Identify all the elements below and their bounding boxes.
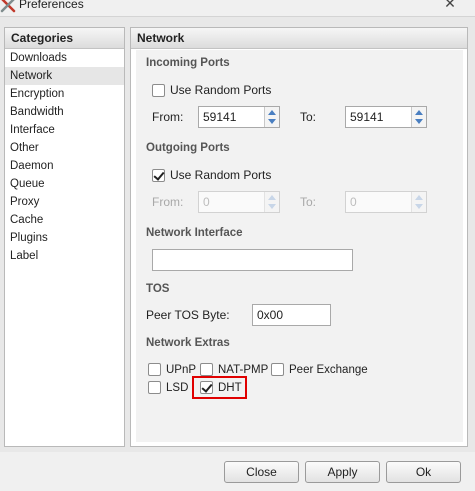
peer-tos-input[interactable]: 0x00 [252, 304, 331, 326]
outgoing-ports-title: Outgoing Ports [146, 142, 230, 154]
close-button[interactable]: Close [224, 461, 299, 483]
lsd-label: LSD [166, 381, 189, 394]
network-interface-input[interactable] [152, 249, 353, 271]
outgoing-to-spinner: 0 [345, 191, 427, 213]
incoming-from-spinner[interactable]: 59141 [198, 106, 280, 128]
outgoing-to-value: 0 [350, 195, 357, 209]
category-plugins[interactable]: Plugins [5, 229, 124, 247]
window-title: Preferences [19, 0, 84, 11]
apply-button[interactable]: Apply [305, 461, 380, 483]
category-network[interactable]: Network [5, 67, 124, 85]
upnp-label: UPnP [166, 363, 197, 376]
incoming-random-ports-checkbox[interactable] [152, 83, 165, 97]
outgoing-from-spinner: 0 [198, 191, 280, 213]
incoming-from-value: 59141 [203, 110, 237, 124]
outgoing-to-label: To: [300, 195, 317, 209]
peer-tos-value: 0x00 [257, 308, 284, 322]
outgoing-from-value: 0 [203, 195, 210, 209]
category-queue[interactable]: Queue [5, 175, 124, 193]
ok-button[interactable]: Ok [386, 461, 461, 483]
natpmp-label: NAT-PMP [218, 363, 269, 376]
network-extras-title: Network Extras [146, 337, 230, 349]
category-other[interactable]: Other [5, 139, 124, 157]
incoming-to-value: 59141 [350, 110, 384, 124]
incoming-to-label: To: [300, 110, 317, 124]
spinner-arrows-icon[interactable] [264, 107, 279, 127]
peer-exchange-label: Peer Exchange [289, 363, 368, 376]
incoming-random-ports-row: Use Random Ports [152, 83, 271, 97]
network-panel: Network Incoming Ports Use Random Ports … [130, 27, 468, 447]
spinner-arrows-icon[interactable] [411, 107, 426, 127]
upnp-checkbox[interactable] [148, 363, 161, 376]
category-daemon[interactable]: Daemon [5, 157, 124, 175]
tools-icon [0, 0, 16, 13]
natpmp-checkbox[interactable] [200, 363, 213, 376]
outgoing-random-ports-checkbox[interactable] [152, 168, 165, 182]
network-settings: Incoming Ports Use Random Ports From: 59… [136, 50, 463, 442]
incoming-ports-title: Incoming Ports [146, 57, 230, 69]
close-window-icon[interactable]: ✕ [443, 0, 457, 10]
category-proxy[interactable]: Proxy [5, 193, 124, 211]
categories-list: Downloads Network Encryption Bandwidth I… [5, 49, 124, 265]
categories-header: Categories [5, 28, 124, 49]
category-downloads[interactable]: Downloads [5, 49, 124, 67]
peer-tos-label: Peer TOS Byte: [146, 308, 230, 322]
category-label[interactable]: Label [5, 247, 124, 265]
lsd-checkbox[interactable] [148, 381, 161, 394]
network-interface-title: Network Interface [146, 227, 243, 239]
lsd-row: LSD [148, 381, 188, 394]
upnp-row: UPnP [148, 363, 196, 376]
incoming-random-ports-label: Use Random Ports [170, 83, 272, 97]
network-header: Network [131, 28, 467, 49]
incoming-to-spinner[interactable]: 59141 [345, 106, 427, 128]
outgoing-from-label: From: [152, 195, 184, 209]
spinner-arrows-icon [264, 192, 279, 212]
category-interface[interactable]: Interface [5, 121, 124, 139]
outgoing-random-ports-label: Use Random Ports [170, 168, 272, 182]
category-bandwidth[interactable]: Bandwidth [5, 103, 124, 121]
peer-exchange-checkbox[interactable] [271, 363, 284, 376]
category-encryption[interactable]: Encryption [5, 85, 124, 103]
natpmp-row: NAT-PMP [200, 363, 268, 376]
peer-exchange-row: Peer Exchange [271, 363, 368, 376]
dht-highlight-box [192, 376, 247, 399]
category-cache[interactable]: Cache [5, 211, 124, 229]
outgoing-random-ports-row: Use Random Ports [152, 168, 271, 182]
spinner-arrows-icon [411, 192, 426, 212]
categories-panel: Categories Downloads Network Encryption … [4, 27, 125, 447]
tos-title: TOS [146, 283, 170, 295]
title-bar: Preferences ✕ [0, 0, 475, 16]
incoming-from-label: From: [152, 110, 184, 124]
